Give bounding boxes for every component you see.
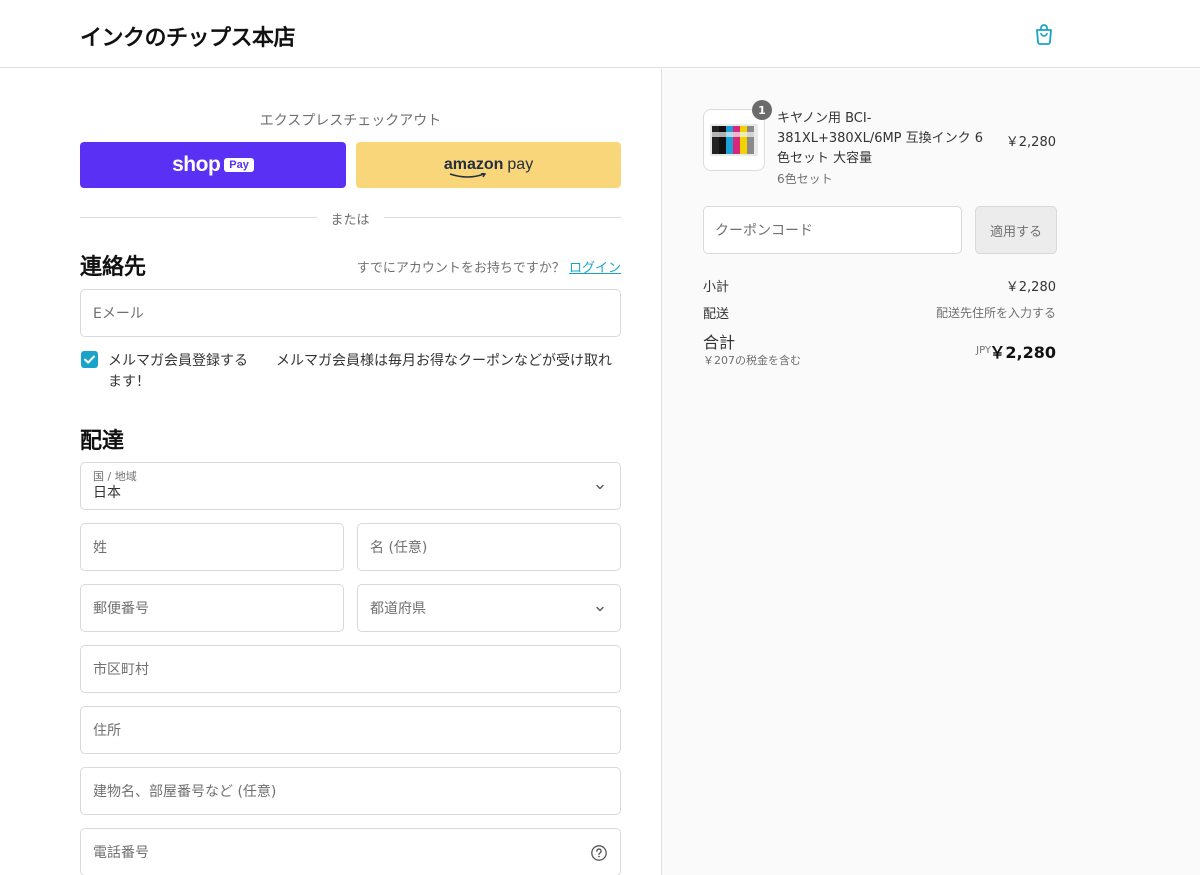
header: インクのチップス本店 (0, 0, 1200, 68)
product-name: キヤノン用 BCI-381XL+380XL/6MP 互換インク 6色セット 大容… (777, 111, 984, 166)
city-placeholder: 市区町村 (93, 662, 149, 678)
newsletter-checkbox[interactable] (81, 351, 98, 368)
product-variant: 6色セット (777, 172, 833, 186)
divider-or: または (330, 213, 370, 228)
login-link[interactable]: ログイン (569, 261, 621, 276)
first-name-placeholder: 名 (任意) (370, 540, 428, 556)
login-prompt: すでにアカウントをお持ちですか？ (356, 261, 565, 276)
coupon-placeholder: クーポンコード (715, 223, 813, 239)
apply-coupon-button[interactable]: 適用する (975, 206, 1057, 254)
amazon-text: amazon (443, 156, 504, 173)
contact-title: 連絡先 (80, 255, 147, 280)
store-name[interactable]: インクのチップス本店 (80, 20, 296, 52)
address-placeholder: 住所 (93, 723, 121, 739)
total-value: ￥2,280 (989, 343, 1056, 362)
checkmark-icon (84, 355, 95, 364)
shipping-value: 配送先住所を入力する (935, 306, 1056, 320)
country-value: 日本 (93, 485, 121, 501)
city-field[interactable]: 市区町村 (80, 645, 621, 693)
prefecture-placeholder: 都道府県 (370, 601, 426, 617)
divider-right (384, 217, 621, 218)
building-placeholder: 建物名、部屋番号など (任意) (93, 784, 277, 800)
coupon-input[interactable]: クーポンコード (703, 206, 962, 254)
prefecture-select[interactable]: 都道府県 (357, 584, 621, 632)
chevron-down-icon (596, 606, 604, 612)
tax-note: ￥207の税金を含む (703, 354, 801, 367)
quantity-badge: 1 (752, 100, 772, 120)
subtotal-value: ￥2,280 (1005, 280, 1056, 295)
divider-left (80, 217, 317, 218)
amazon-pay-text: pay (507, 156, 534, 173)
product-thumbnail: 1 (703, 100, 772, 171)
delivery-title: 配達 (80, 429, 125, 454)
postal-code-field[interactable]: 郵便番号 (80, 584, 344, 632)
last-name-placeholder: 姓 (93, 540, 107, 556)
shop-pay-badge: Pay (224, 158, 254, 172)
order-summary: 1 キヤノン用 BCI-381XL+380XL/6MP 互換インク 6色セット … (661, 69, 1200, 875)
email-field[interactable]: Eメール (80, 289, 621, 337)
express-checkout-title: エクスプレスチェックアウト (259, 113, 442, 129)
shop-pay-button[interactable]: shop Pay (80, 142, 346, 188)
shipping-label: 配送 (703, 307, 730, 322)
phone-field[interactable]: 電話番号 (80, 828, 621, 875)
total-label: 合計 (703, 333, 736, 352)
last-name-field[interactable]: 姓 (80, 523, 344, 571)
help-circle-icon[interactable] (590, 844, 608, 862)
checkout-form: エクスプレスチェックアウト shop Pay amazon pay または 連絡… (0, 69, 661, 875)
country-label: 国 / 地域 (93, 470, 137, 483)
country-select[interactable]: 国 / 地域 日本 (80, 462, 621, 510)
newsletter-label: メルマガ会員登録する メルマガ会員様は毎月お得なクーポンなどが受け取れます！ (108, 353, 612, 390)
login-hint: すでにアカウントをお持ちですか？ ログイン (357, 257, 621, 276)
amazon-smile-icon (449, 173, 486, 178)
product-price: ￥2,280 (1005, 135, 1056, 150)
amazon-pay-button[interactable]: amazon pay (356, 142, 621, 188)
amazon-logo-text: amazon (443, 156, 504, 178)
postal-code-placeholder: 郵便番号 (93, 601, 149, 617)
shopping-bag-icon[interactable] (1032, 22, 1056, 46)
address-field[interactable]: 住所 (80, 706, 621, 754)
email-placeholder: Eメール (93, 306, 144, 322)
ink-cartridges-image (710, 124, 758, 156)
building-field[interactable]: 建物名、部屋番号など (任意) (80, 767, 621, 815)
chevron-down-icon (596, 484, 604, 490)
shop-pay-logo-text: shop (172, 153, 221, 176)
subtotal-label: 小計 (703, 280, 730, 295)
first-name-field[interactable]: 名 (任意) (357, 523, 621, 571)
phone-placeholder: 電話番号 (93, 845, 149, 861)
